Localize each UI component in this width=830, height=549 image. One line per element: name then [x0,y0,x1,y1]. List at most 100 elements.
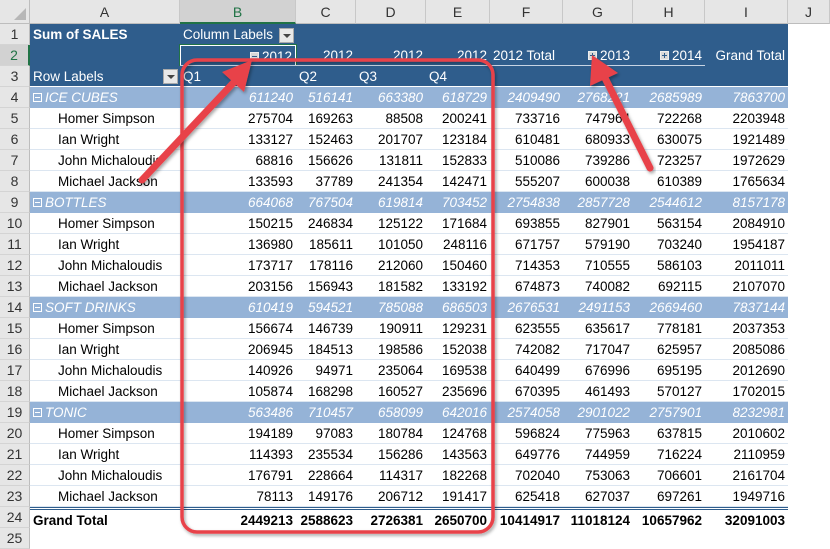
row-labels-filter-dropdown[interactable] [163,69,178,84]
person-label[interactable]: Michael Jackson [30,381,180,402]
category-label[interactable]: BOTTLES [30,192,180,213]
value-cell[interactable]: 180784 [356,423,426,444]
collapse-category-icon[interactable] [33,92,42,102]
column-labels-cell[interactable]: Column Labels [180,24,296,45]
value-cell[interactable]: 2685989 [633,87,705,108]
value-cell[interactable]: 555207 [490,171,563,192]
value-cell[interactable]: 171684 [426,213,490,234]
person-label[interactable]: Michael Jackson [30,486,180,507]
value-cell[interactable]: 740082 [563,276,633,297]
value-cell[interactable]: 8232981 [705,402,788,423]
expand-2014-icon[interactable] [659,50,669,60]
value-cell[interactable]: 94971 [296,360,356,381]
value-cell[interactable]: 129231 [426,318,490,339]
value-cell[interactable]: 686503 [426,297,490,318]
row-header-3[interactable]: 3 [0,66,30,87]
value-cell[interactable]: 142471 [426,171,490,192]
value-cell[interactable]: 516141 [296,87,356,108]
value-cell[interactable]: 1702015 [705,381,788,402]
value-cell[interactable]: 125122 [356,213,426,234]
row-header-18[interactable]: 18 [0,381,30,402]
value-cell[interactable]: 703452 [426,192,490,213]
value-cell[interactable]: 201707 [356,129,426,150]
person-label[interactable]: Homer Simpson [30,318,180,339]
value-cell[interactable]: 275704 [180,108,296,129]
value-cell[interactable]: 124768 [426,423,490,444]
value-cell[interactable]: 7837144 [705,297,788,318]
value-cell[interactable]: 173717 [180,255,296,276]
value-cell[interactable]: 775963 [563,423,633,444]
person-label[interactable]: Ian Wright [30,444,180,465]
value-cell[interactable]: 10657962 [633,510,705,531]
column-header-f[interactable]: F [490,0,563,24]
column-header-g[interactable]: G [563,0,633,24]
value-cell[interactable]: 2588623 [296,510,356,531]
value-cell[interactable]: 131811 [356,150,426,171]
value-cell[interactable]: 133127 [180,129,296,150]
row-header-25[interactable]: 25 [0,528,30,549]
value-cell[interactable]: 663380 [356,87,426,108]
value-cell[interactable]: 2010602 [705,423,788,444]
row-header-11[interactable]: 11 [0,234,30,255]
value-cell[interactable]: 618729 [426,87,490,108]
value-cell[interactable]: 2574058 [490,402,563,423]
value-cell[interactable]: 198586 [356,339,426,360]
row-header-7[interactable]: 7 [0,150,30,171]
value-cell[interactable]: 2012690 [705,360,788,381]
row-header-17[interactable]: 17 [0,360,30,381]
value-cell[interactable]: 2757901 [633,402,705,423]
row-header-5[interactable]: 5 [0,108,30,129]
value-cell[interactable]: 2409490 [490,87,563,108]
value-cell[interactable]: 200241 [426,108,490,129]
value-cell[interactable]: 2650700 [426,510,490,531]
column-header-e[interactable]: E [426,0,490,24]
value-cell[interactable]: 596824 [490,423,563,444]
value-cell[interactable]: 625957 [633,339,705,360]
value-cell[interactable]: 152463 [296,129,356,150]
value-cell[interactable]: 680933 [563,129,633,150]
row-header-10[interactable]: 10 [0,213,30,234]
value-cell[interactable]: 143563 [426,444,490,465]
column-header-a[interactable]: A [30,0,180,24]
value-cell[interactable]: 563154 [633,213,705,234]
value-cell[interactable]: 637815 [633,423,705,444]
column-header-j[interactable]: J [788,0,830,24]
value-cell[interactable]: 156943 [296,276,356,297]
row-header-2[interactable]: 2 [0,45,30,66]
person-label[interactable]: Ian Wright [30,234,180,255]
value-cell[interactable]: 156626 [296,150,356,171]
value-cell[interactable]: 88508 [356,108,426,129]
value-cell[interactable]: 156286 [356,444,426,465]
person-label[interactable]: Homer Simpson [30,423,180,444]
value-cell[interactable]: 2110959 [705,444,788,465]
value-cell[interactable]: 181582 [356,276,426,297]
value-cell[interactable]: 2084910 [705,213,788,234]
person-label[interactable]: John Michaloudis [30,465,180,486]
value-cell[interactable]: 152038 [426,339,490,360]
value-cell[interactable]: 8157178 [705,192,788,213]
row-header-1[interactable]: 1 [0,24,30,45]
row-header-21[interactable]: 21 [0,444,30,465]
value-cell[interactable]: 722268 [633,108,705,129]
value-cell[interactable]: 149176 [296,486,356,507]
value-cell[interactable]: 191417 [426,486,490,507]
value-cell[interactable]: 246834 [296,213,356,234]
column-header-c[interactable]: C [296,0,356,24]
value-cell[interactable]: 178116 [296,255,356,276]
value-cell[interactable]: 168298 [296,381,356,402]
value-cell[interactable]: 717047 [563,339,633,360]
value-cell[interactable]: 1954187 [705,234,788,255]
value-cell[interactable]: 742082 [490,339,563,360]
value-cell[interactable]: 570127 [633,381,705,402]
value-cell[interactable]: 610389 [633,171,705,192]
expand-2013-icon[interactable] [587,50,597,60]
value-cell[interactable]: 182268 [426,465,490,486]
value-cell[interactable]: 194189 [180,423,296,444]
value-cell[interactable]: 676996 [563,360,633,381]
value-cell[interactable]: 753063 [563,465,633,486]
value-cell[interactable]: 146739 [296,318,356,339]
value-cell[interactable]: 649776 [490,444,563,465]
row-header-19[interactable]: 19 [0,402,30,423]
row-header-16[interactable]: 16 [0,339,30,360]
value-cell[interactable]: 160527 [356,381,426,402]
